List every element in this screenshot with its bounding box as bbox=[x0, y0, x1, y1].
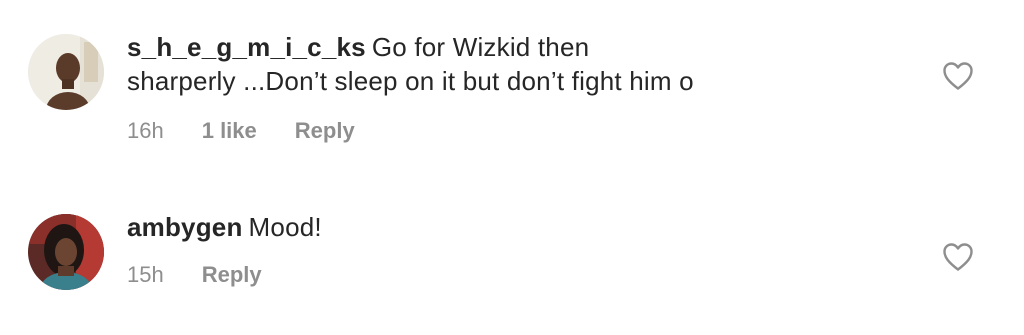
likes-count[interactable]: 1 like bbox=[202, 118, 257, 144]
comment-text-line-1: ambygen Mood! bbox=[127, 210, 927, 244]
timestamp: 16h bbox=[127, 118, 164, 143]
avatar[interactable] bbox=[28, 34, 104, 110]
comment-meta: 15h Reply bbox=[127, 262, 300, 288]
avatar[interactable] bbox=[28, 214, 104, 290]
reply-button[interactable]: Reply bbox=[202, 262, 262, 288]
comment-text-line-2: sharperly ...Don’t sleep on it but don’t… bbox=[127, 66, 694, 96]
comment-text: Mood! bbox=[248, 212, 322, 242]
comment-item: s_h_e_g_m_i_c_ks Go for Wizkid then sharp… bbox=[0, 30, 1024, 160]
heart-outline-icon[interactable] bbox=[942, 61, 974, 91]
comment-meta: 16h 1 like Reply bbox=[127, 118, 393, 144]
comment-text: Go for Wizkid then bbox=[371, 32, 590, 62]
comment-item: ambygen Mood! 15h Reply bbox=[0, 210, 1024, 320]
comment-body: ambygen Mood! bbox=[127, 210, 927, 244]
comment-body: s_h_e_g_m_i_c_ks Go for Wizkid then sharp… bbox=[127, 30, 927, 98]
username[interactable]: s_h_e_g_m_i_c_ks bbox=[127, 32, 366, 62]
timestamp: 15h bbox=[127, 262, 164, 287]
heart-outline-icon[interactable] bbox=[942, 242, 974, 272]
comment-text-line-1: s_h_e_g_m_i_c_ks Go for Wizkid then bbox=[127, 30, 927, 64]
reply-button[interactable]: Reply bbox=[295, 118, 355, 144]
username[interactable]: ambygen bbox=[127, 212, 243, 242]
